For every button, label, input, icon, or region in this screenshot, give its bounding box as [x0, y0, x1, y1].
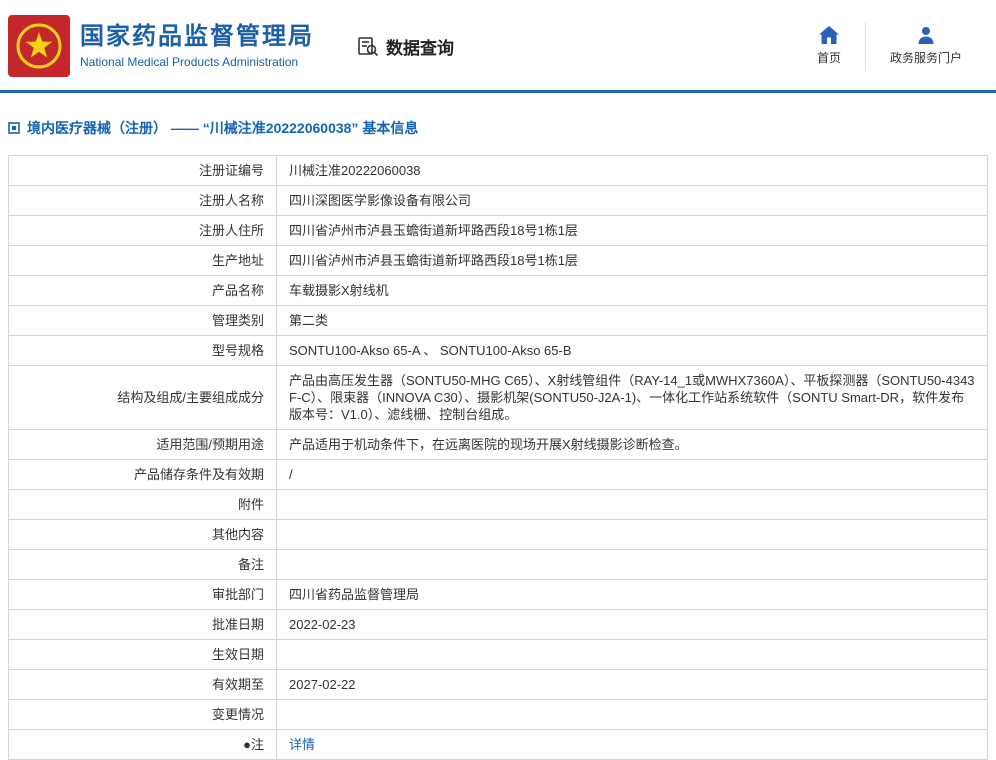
row-value — [276, 489, 988, 520]
row-value — [276, 549, 988, 580]
row-value: 详情 — [276, 729, 988, 760]
org-name-en: National Medical Products Administration — [80, 55, 299, 70]
row-value: 产品由高压发生器（SONTU50-MHG C65）、X射线管组件（RAY-14_… — [276, 365, 988, 430]
table-row: 注册证编号 川械注准20222060038 — [8, 155, 988, 186]
data-query-icon — [358, 37, 379, 57]
table-row: 附件 — [8, 489, 988, 520]
table-row: 生产地址 四川省泸州市泸县玉蟾街道新坪路西段18号1栋1层 — [8, 245, 988, 276]
section-square-icon — [8, 122, 20, 134]
nav-portal-label: 政务服务门户 — [889, 51, 962, 65]
row-label: 生效日期 — [8, 639, 277, 670]
row-label: 变更情况 — [8, 699, 277, 730]
table-row: 结构及组成/主要组成成分 产品由高压发生器（SONTU50-MHG C65）、X射… — [8, 365, 988, 430]
user-icon — [918, 27, 934, 44]
row-value: 车载摄影X射线机 — [276, 275, 988, 306]
table-row: 批准日期 2022-02-23 — [8, 609, 988, 640]
row-label: 有效期至 — [8, 669, 277, 700]
row-label: 产品储存条件及有效期 — [8, 459, 277, 490]
row-label: 批准日期 — [8, 609, 277, 640]
org-name-cn: 国家药品监督管理局 — [80, 22, 314, 50]
table-row: 变更情况 — [8, 699, 988, 730]
row-label: 结构及组成/主要组成成分 — [8, 365, 277, 430]
row-value: 产品适用于机动条件下，在远离医院的现场开展X射线摄影诊断检查。 — [276, 429, 988, 460]
home-icon — [818, 26, 839, 44]
org-title-block: 国家药品监督管理局 National Medical Products Admi… — [80, 23, 314, 70]
table-row: 注册人住所 四川省泸州市泸县玉蟾街道新坪路西段18号1栋1层 — [8, 215, 988, 246]
row-value: 四川省泸州市泸县玉蟾街道新坪路西段18号1栋1层 — [276, 215, 988, 246]
row-value — [276, 519, 988, 550]
page-title-row: 境内医疗器械（注册） —— “川械注准20222060038” 基本信息 — [0, 93, 996, 155]
row-label: 注册人住所 — [8, 215, 277, 246]
table-row: 产品储存条件及有效期 / — [8, 459, 988, 490]
row-value — [276, 639, 988, 670]
row-label: 生产地址 — [8, 245, 277, 276]
table-row: 注册人名称 四川深图医学影像设备有限公司 — [8, 185, 988, 216]
row-value: SONTU100-Akso 65-A 、 SONTU100-Akso 65-B — [276, 335, 988, 366]
row-value: 2022-02-23 — [276, 609, 988, 640]
table-row: 生效日期 — [8, 639, 988, 670]
registration-info-table: 注册证编号 川械注准20222060038 注册人名称 四川深图医学影像设备有限公司注… — [8, 155, 988, 760]
detail-link[interactable]: 详情 — [289, 737, 315, 752]
header-right-nav: 首页 政务服务门户 — [793, 22, 986, 70]
row-label: 适用范围/预期用途 — [8, 429, 277, 460]
row-value: 第二类 — [276, 305, 988, 336]
page-title: 境内医疗器械（注册） —— “川械注准20222060038” 基本信息 — [27, 120, 419, 136]
row-label: 注册证编号 — [8, 155, 277, 186]
row-label: 管理类别 — [8, 305, 277, 336]
row-value: 四川省泸州市泸县玉蟾街道新坪路西段18号1栋1层 — [276, 245, 988, 276]
table-row: 管理类别 第二类 — [8, 305, 988, 336]
data-query-nav[interactable]: 数据查询 — [356, 34, 454, 59]
data-query-label: 数据查询 — [386, 38, 454, 58]
row-value: 四川深图医学影像设备有限公司 — [276, 185, 988, 216]
row-label: 注册人名称 — [8, 185, 277, 216]
nav-portal[interactable]: 政务服务门户 — [864, 22, 986, 70]
nav-home[interactable]: 首页 — [793, 22, 865, 70]
row-label: 型号规格 — [8, 335, 277, 366]
row-value: 川械注准20222060038 — [276, 155, 988, 186]
row-label: 其他内容 — [8, 519, 277, 550]
row-value: 四川省药品监督管理局 — [276, 579, 988, 610]
site-header: 国家药品监督管理局 National Medical Products Admi… — [0, 0, 996, 90]
row-label: 审批部门 — [8, 579, 277, 610]
row-value: / — [276, 459, 988, 490]
table-row: ●注 详情 — [8, 729, 988, 760]
table-row: 有效期至 2027-02-22 — [8, 669, 988, 700]
national-emblem-icon — [16, 23, 62, 69]
table-row: 审批部门 四川省药品监督管理局 — [8, 579, 988, 610]
row-value: 2027-02-22 — [276, 669, 988, 700]
table-row: 其他内容 — [8, 519, 988, 550]
table-row: 适用范围/预期用途 产品适用于机动条件下，在远离医院的现场开展X射线摄影诊断检查。 — [8, 429, 988, 460]
row-label: 备注 — [8, 549, 277, 580]
table-row: 备注 — [8, 549, 988, 580]
row-label: 附件 — [8, 489, 277, 520]
table-row: 型号规格 SONTU100-Akso 65-A 、 SONTU100-Akso 6… — [8, 335, 988, 366]
nmpa-logo — [8, 15, 70, 77]
row-label: ●注 — [8, 729, 277, 760]
table-row: 产品名称 车载摄影X射线机 — [8, 275, 988, 306]
nav-home-label: 首页 — [816, 51, 841, 65]
row-label: 产品名称 — [8, 275, 277, 306]
row-value — [276, 699, 988, 730]
